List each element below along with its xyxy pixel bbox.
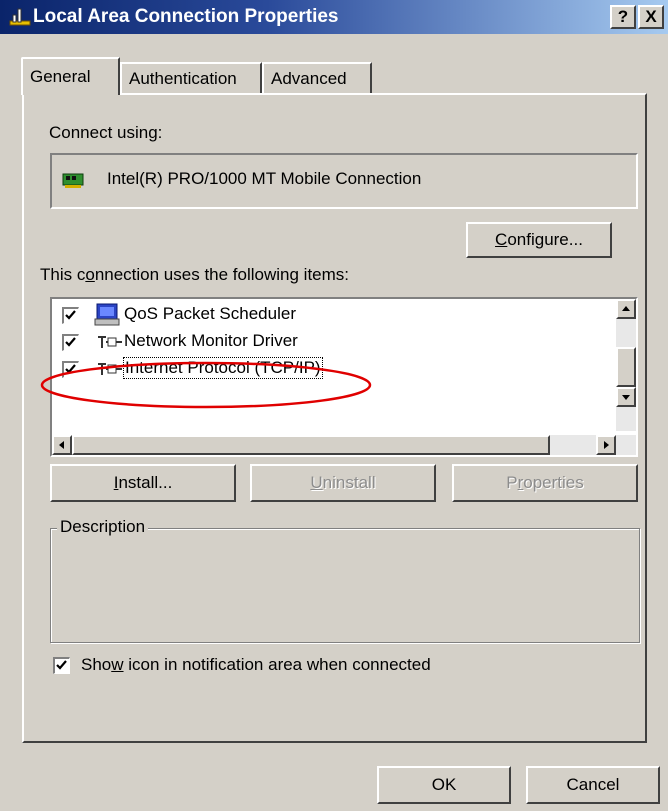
title-bar[interactable]: Local Area Connection Properties ? X <box>0 0 668 34</box>
horizontal-scrollbar[interactable] <box>52 435 636 455</box>
netmon-checkbox[interactable] <box>62 334 79 351</box>
description-label: Description <box>57 517 149 537</box>
vertical-scrollbar[interactable] <box>616 299 636 431</box>
arrow-up-icon <box>622 306 630 311</box>
description-group <box>50 528 640 643</box>
netmon-label: Network Monitor Driver <box>124 331 298 350</box>
arrow-right-icon <box>604 441 609 449</box>
tab-general[interactable]: General <box>21 57 120 95</box>
tab-panel-general: Connect using: Intel(R) PRO/1000 MT Mobi… <box>22 93 647 743</box>
scroll-thumb[interactable] <box>616 347 636 387</box>
scroll-left-button[interactable] <box>52 435 72 455</box>
ok-button[interactable]: OK <box>377 766 511 804</box>
list-item-qos[interactable]: QoS Packet Scheduler <box>52 303 612 328</box>
cancel-button[interactable]: Cancel <box>526 766 660 804</box>
scheduler-icon <box>94 303 120 326</box>
protocol-icon <box>98 336 122 348</box>
tab-authentication[interactable]: Authentication <box>120 62 262 94</box>
uninstall-accel: U <box>310 473 323 492</box>
configure-label: onfigure... <box>507 230 583 249</box>
items-label-post: nnection uses the following items: <box>94 265 350 284</box>
network-card-icon <box>62 173 84 188</box>
qos-checkbox[interactable] <box>62 307 79 324</box>
check-mark-icon <box>65 310 76 320</box>
properties-label: operties <box>523 473 584 492</box>
properties-dialog: Local Area Connection Properties ? X Gen… <box>0 0 668 811</box>
tab-general-label: General <box>30 67 91 86</box>
tab-advanced[interactable]: Advanced <box>262 62 372 94</box>
scroll-right-button[interactable] <box>596 435 616 455</box>
items-label-accel: o <box>85 265 95 284</box>
configure-button[interactable]: Configure... <box>466 222 612 258</box>
h-scroll-thumb[interactable] <box>72 435 550 455</box>
arrow-down-icon <box>622 395 630 400</box>
adapter-name: Intel(R) PRO/1000 MT Mobile Connection <box>107 169 422 188</box>
items-label: This connection uses the following items… <box>40 265 349 285</box>
install-button[interactable]: Install... <box>50 464 236 502</box>
close-button[interactable]: X <box>638 5 664 29</box>
highlight-ellipse <box>40 361 372 409</box>
check-mark-icon <box>65 337 76 347</box>
scroll-down-button[interactable] <box>616 387 636 407</box>
tab-advanced-label: Advanced <box>271 69 347 88</box>
adapter-field: Intel(R) PRO/1000 MT Mobile Connection <box>50 153 638 209</box>
install-label: nstall... <box>118 473 173 492</box>
tab-authentication-label: Authentication <box>129 69 237 88</box>
connect-using-label: Connect using: <box>49 123 163 142</box>
notification-checkbox[interactable] <box>53 657 70 674</box>
properties-button[interactable]: Properties <box>452 464 638 502</box>
notification-post: icon in notification area when connected <box>123 655 431 674</box>
help-button[interactable]: ? <box>610 5 636 29</box>
scroll-up-button[interactable] <box>616 299 636 319</box>
notification-pre: Sho <box>81 655 112 674</box>
notification-label[interactable]: Show icon in notification area when conn… <box>81 655 431 675</box>
check-mark-icon <box>56 660 67 670</box>
notification-accel: w <box>111 655 124 674</box>
items-label-pre: This c <box>40 265 86 284</box>
uninstall-button[interactable]: Uninstall <box>250 464 436 502</box>
qos-label: QoS Packet Scheduler <box>124 304 296 323</box>
window-title: Local Area Connection Properties <box>33 6 339 27</box>
configure-accel: C <box>495 230 508 249</box>
uninstall-label: ninstall <box>322 473 376 492</box>
list-item-netmon[interactable]: Network Monitor Driver <box>52 330 612 355</box>
arrow-left-icon <box>59 441 64 449</box>
network-connection-icon <box>9 8 31 26</box>
properties-pre: P <box>506 473 518 492</box>
